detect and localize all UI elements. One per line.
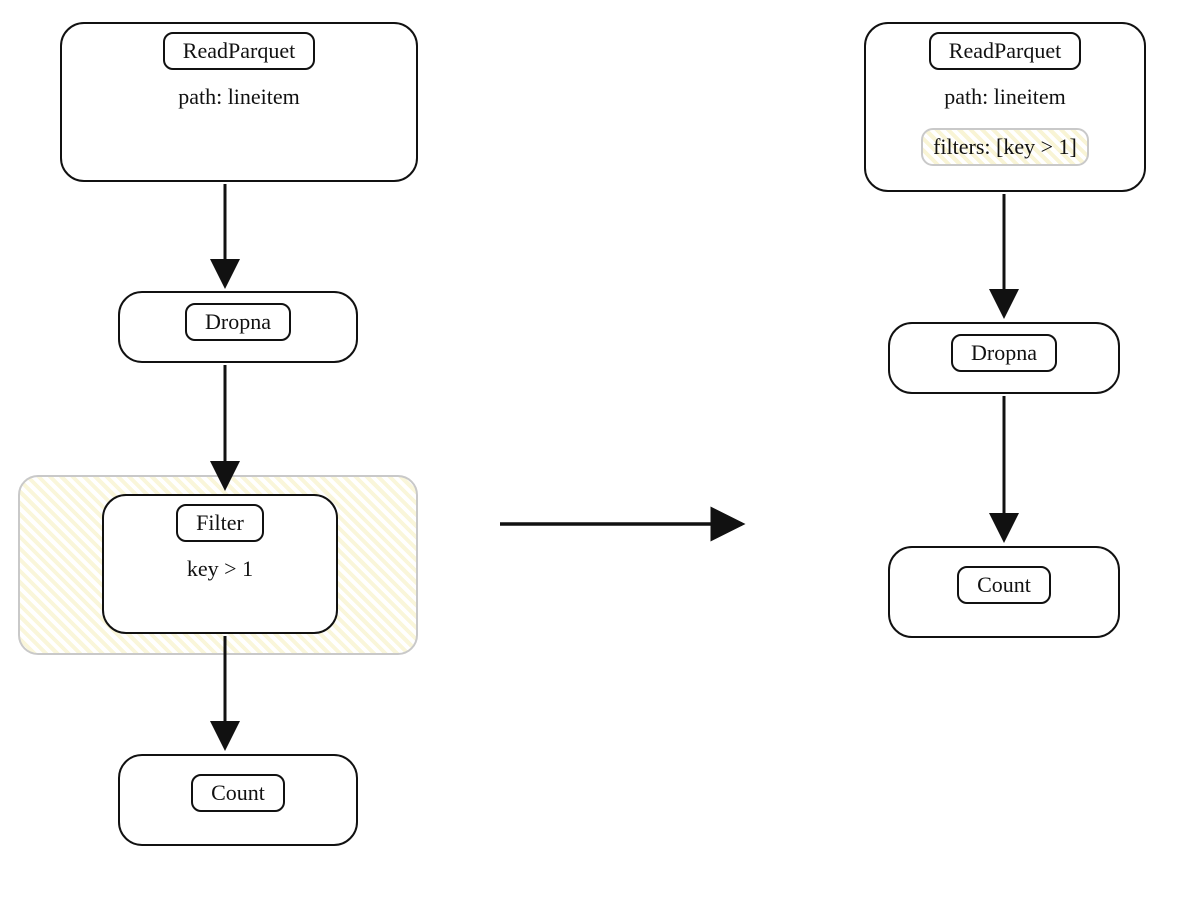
node-right-count: Count [888, 546, 1120, 638]
node-title: ReadParquet [163, 32, 315, 70]
readparquet-path: path: lineitem [866, 84, 1144, 110]
node-title: Dropna [185, 303, 291, 341]
node-title-text: Count [977, 572, 1031, 597]
node-left-count: Count [118, 754, 358, 846]
node-title-text: Count [211, 780, 265, 805]
node-title-text: Dropna [971, 340, 1037, 365]
node-title-text: ReadParquet [949, 38, 1061, 63]
node-title-text: ReadParquet [183, 38, 295, 63]
diagram-root: ReadParquet path: lineitem Dropna Filter… [0, 0, 1196, 901]
node-left-dropna: Dropna [118, 291, 358, 363]
readparquet-filters: filters: [key > 1] [921, 128, 1089, 166]
filter-predicate: key > 1 [104, 556, 336, 582]
readparquet-path: path: lineitem [62, 84, 416, 110]
node-title-text: Dropna [205, 309, 271, 334]
node-right-readparquet: ReadParquet path: lineitem [864, 22, 1146, 192]
node-right-dropna: Dropna [888, 322, 1120, 394]
node-title-text: Filter [196, 510, 244, 535]
highlight-filters-pushed: filters: [key > 1] [876, 128, 1134, 166]
node-left-filter: Filter key > 1 [102, 494, 338, 634]
node-title: Dropna [951, 334, 1057, 372]
node-title: Count [191, 774, 285, 812]
node-left-readparquet: ReadParquet path: lineitem [60, 22, 418, 182]
node-title: ReadParquet [929, 32, 1081, 70]
node-title: Filter [176, 504, 264, 542]
node-title: Count [957, 566, 1051, 604]
